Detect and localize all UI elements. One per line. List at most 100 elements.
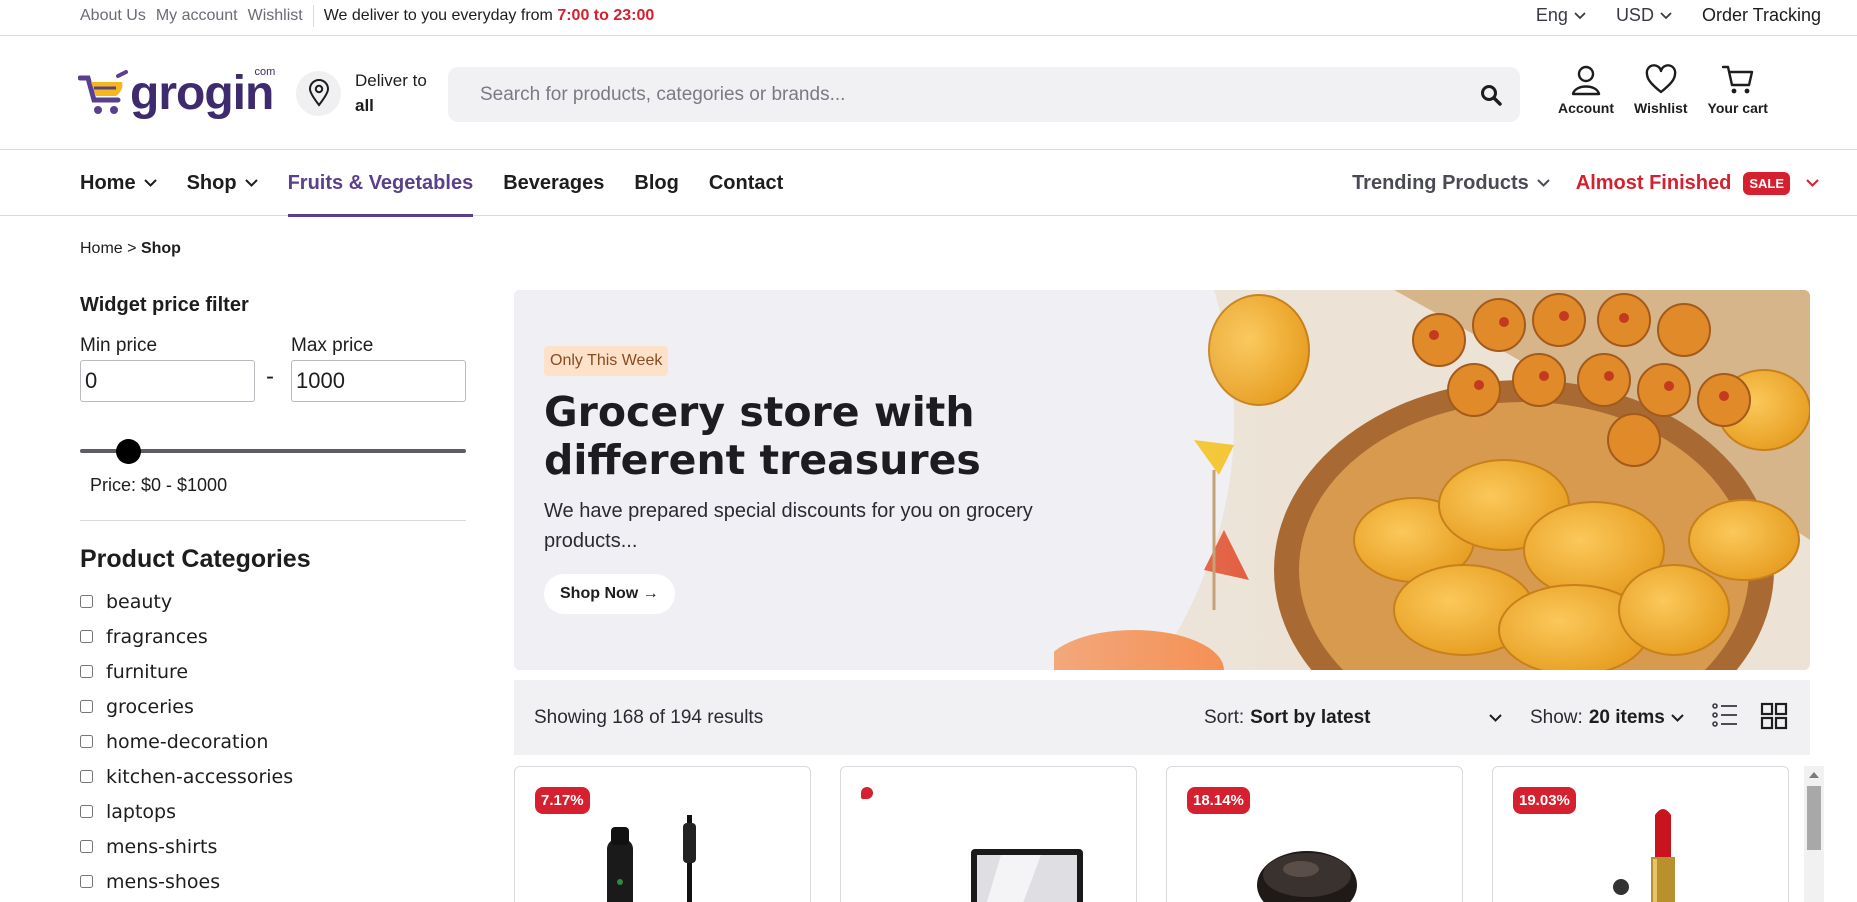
deliver-to-selector[interactable]: Deliver to all (296, 68, 427, 118)
discount-badge: 18.14% (1187, 787, 1250, 814)
category-checkbox[interactable] (80, 875, 93, 888)
category-item[interactable]: home-decoration (80, 724, 466, 759)
trending-products-menu[interactable]: Trending Products (1352, 172, 1550, 195)
deliver-to-label: Deliver to (355, 71, 427, 90)
nav-item-shop[interactable]: Shop (187, 150, 258, 216)
logo-com: com (254, 66, 276, 78)
category-item[interactable]: beauty (80, 584, 466, 619)
cart-icon (1721, 65, 1753, 94)
promo-badge: Only This Week (544, 346, 669, 376)
chevron-down-icon (1671, 713, 1684, 722)
product-card[interactable] (840, 766, 1137, 902)
search-input[interactable] (480, 83, 1480, 106)
page-scrollbar[interactable] (1804, 766, 1824, 902)
show-count-dropdown[interactable]: Show: 20 items (1530, 680, 1684, 755)
user-icon (1571, 65, 1601, 96)
chevron-down-icon (1537, 179, 1550, 187)
min-price-label: Min price (80, 335, 158, 356)
min-price-input[interactable] (80, 360, 255, 402)
category-checkbox[interactable] (80, 700, 93, 713)
currency-dropdown[interactable]: USD (1616, 5, 1672, 26)
my-account-link[interactable]: My account (156, 7, 238, 25)
category-item[interactable]: kitchen-accessories (80, 759, 466, 794)
top-bar-right: Eng USD Order Tracking (1506, 0, 1821, 31)
cart-logo-icon (78, 70, 128, 114)
category-item[interactable]: furniture (80, 654, 466, 689)
language-dropdown[interactable]: Eng (1536, 5, 1586, 26)
product-card[interactable]: 19.03% (1492, 766, 1789, 902)
order-tracking-link[interactable]: Order Tracking (1702, 5, 1821, 26)
about-us-link[interactable]: About Us (80, 7, 146, 25)
banner-text: We have prepared special discounts for y… (544, 500, 1033, 552)
nav-item-beverages[interactable]: Beverages (503, 150, 604, 216)
max-price-input[interactable] (291, 360, 466, 402)
sort-dropdown[interactable]: Sort: Sort by latest (1204, 680, 1502, 755)
show-value: 20 items (1588, 706, 1665, 728)
category-checkbox[interactable] (80, 770, 93, 783)
category-checkbox[interactable] (80, 840, 93, 853)
breadcrumb-home[interactable]: Home (80, 240, 123, 257)
sidebar-divider (80, 520, 466, 521)
cart-button[interactable]: Your cart (1708, 64, 1768, 116)
view-toggle (1712, 702, 1810, 735)
account-button[interactable]: Account (1558, 64, 1614, 116)
nav-item-home[interactable]: Home (80, 150, 157, 216)
max-price-label: Max price (291, 335, 374, 356)
list-view-button[interactable] (1712, 702, 1738, 735)
chevron-down-icon (1574, 11, 1586, 19)
nav-item-fruits-vegetables[interactable]: Fruits & Vegetables (287, 150, 473, 217)
almost-finished-label: Almost Finished (1575, 171, 1732, 194)
price-slider[interactable] (80, 439, 466, 464)
grid-view-button[interactable] (1760, 702, 1788, 735)
wishlist-button[interactable]: Wishlist (1634, 64, 1688, 116)
results-count: Showing 168 of 194 results (534, 706, 764, 728)
mirror-icon (971, 849, 1083, 902)
category-label: beauty (106, 590, 173, 613)
categories-title: Product Categories (80, 545, 311, 573)
product-card[interactable]: 18.14% (1166, 766, 1463, 902)
category-item[interactable]: mens-shoes (80, 864, 466, 899)
category-checkbox[interactable] (80, 595, 93, 608)
search-icon[interactable] (1480, 84, 1502, 106)
category-item[interactable]: groceries (80, 689, 466, 724)
sale-badge: SALE (1743, 171, 1790, 195)
breadcrumb: Home > Shop (80, 240, 181, 258)
discount-badge: 7.17% (535, 787, 590, 814)
promo-banner: Only This Week Grocery store with differ… (514, 290, 1810, 670)
wishlist-label: Wishlist (1634, 100, 1688, 116)
breadcrumb-separator: > (127, 240, 137, 257)
scroll-up-arrow-icon[interactable] (1809, 772, 1819, 778)
results-toolbar: Showing 168 of 194 results Sort: Sort by… (514, 680, 1810, 755)
chevron-down-icon (143, 179, 157, 187)
product-grid: 7.17% 18.14% 19.03% (514, 766, 1794, 902)
scrollbar-thumb[interactable] (1807, 786, 1821, 850)
top-bar: About Us My account Wishlist We deliver … (0, 0, 1857, 36)
filter-sidebar: Widget price filter Min price Max price … (80, 294, 466, 899)
shop-now-button[interactable]: Shop Now → (544, 574, 675, 614)
nav-item-contact[interactable]: Contact (709, 150, 783, 216)
price-range-text: Price: $0 - $1000 (90, 475, 228, 495)
category-checkbox[interactable] (80, 630, 93, 643)
site-logo[interactable]: grogin com (78, 66, 275, 120)
deliver-to-value: all (355, 96, 374, 115)
category-label: fragrances (106, 625, 208, 648)
logo-text: grogin (130, 67, 274, 120)
almost-finished-menu[interactable]: Almost Finished SALE (1575, 171, 1819, 195)
delivery-notice-text: We deliver to you everyday from (323, 6, 553, 24)
top-bar-divider (312, 4, 314, 27)
price-dash: - (266, 363, 274, 390)
nav-item-blog[interactable]: Blog (634, 150, 678, 216)
currency-value: USD (1615, 5, 1654, 25)
price-slider-handle[interactable] (116, 439, 141, 464)
category-label: groceries (106, 695, 194, 718)
discount-badge: 19.03% (1513, 787, 1576, 814)
category-label: home-decoration (106, 730, 269, 753)
category-checkbox[interactable] (80, 805, 93, 818)
category-item[interactable]: fragrances (80, 619, 466, 654)
category-checkbox[interactable] (80, 665, 93, 678)
category-checkbox[interactable] (80, 735, 93, 748)
category-item[interactable]: mens-shirts (80, 829, 466, 864)
category-item[interactable]: laptops (80, 794, 466, 829)
wishlist-link[interactable]: Wishlist (248, 7, 303, 25)
product-card[interactable]: 7.17% (514, 766, 811, 902)
